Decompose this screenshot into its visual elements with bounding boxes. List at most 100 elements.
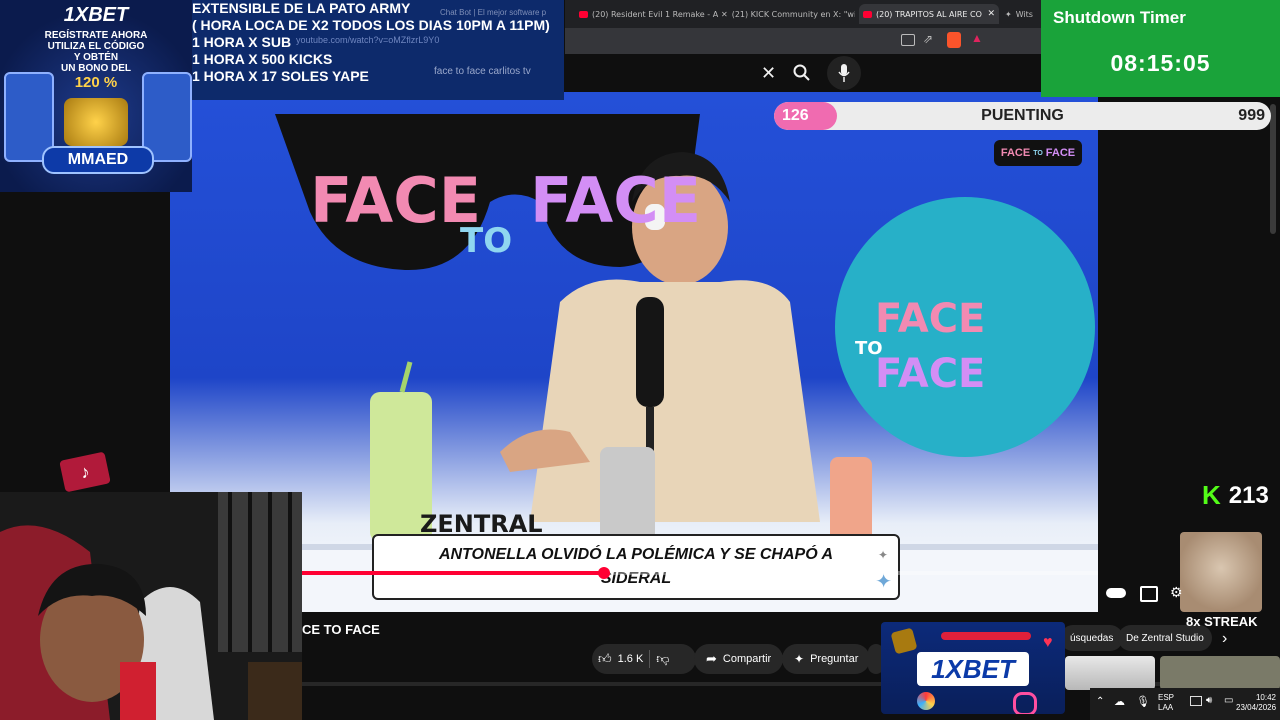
video-player[interactable]: FACE TO FACE FACE TO FACE ZENTRAL FACE T… xyxy=(170,92,1098,612)
ad-line: UTILIZA EL CÓDIGO xyxy=(47,41,145,52)
logo-text-face-1: FACE xyxy=(310,164,481,237)
address-bar[interactable]: ⇗ ▲ xyxy=(565,28,1045,54)
badge-word-3: FACE xyxy=(1045,147,1076,159)
monitor-icon[interactable] xyxy=(1190,696,1202,706)
timer-value: 08:15:05 xyxy=(1110,50,1211,76)
brave-rewards-icon[interactable]: ▲ xyxy=(971,31,983,45)
share-icon[interactable]: ⇗ xyxy=(923,32,933,46)
youtube-search-bar: ✕ xyxy=(565,56,861,90)
shelf xyxy=(248,662,302,720)
brave-shield-icon[interactable] xyxy=(947,32,961,48)
info-line-1: EXTENSIBLE DE LA PATO ARMY xyxy=(192,0,411,16)
ad-red-streak xyxy=(941,632,1031,640)
info-line-3: 1 HORA X SUB xyxy=(192,34,292,50)
settings-gear-icon[interactable]: ⚙ xyxy=(1170,584,1183,601)
tab-title: (20) TRAPITOS AL AIRE CO xyxy=(876,9,982,19)
like-icon[interactable]: 👍︎ xyxy=(598,651,612,667)
wits-icon: ✦ xyxy=(1005,9,1012,19)
tab-title: (20) Resident Evil 1 Remake - A xyxy=(592,9,719,19)
lang-code: ESP xyxy=(1158,693,1175,702)
recommended-thumbnail[interactable] xyxy=(1065,656,1155,690)
logo-text-face-3: FACE xyxy=(875,296,985,342)
red-light xyxy=(120,662,156,720)
sparkle-icon: ✦ xyxy=(877,548,888,562)
chip-label: úsquedas xyxy=(1070,632,1114,644)
tab-wits[interactable]: ✦ Wits xyxy=(1005,4,1045,24)
video-progress-bar[interactable] xyxy=(302,567,1098,579)
chip-label: De Zentral Studio xyxy=(1126,632,1204,644)
video-caption-text: ANTONELLA OLVIDÓ LA POLÉMICA Y SE CHAPÓ … xyxy=(438,546,834,587)
chatbot-tab-ghost: Chat Bot | El mejor software p xyxy=(440,8,547,17)
tab-title: (21) KICK Community en X: "wi xyxy=(731,9,855,19)
clock-time: 10:42 xyxy=(1255,693,1276,702)
video-title: CE TO FACE xyxy=(302,622,380,637)
tab-kick-community[interactable]: ✕ (21) KICK Community en X: "wi xyxy=(721,4,855,24)
coin-icon xyxy=(890,627,918,655)
recommended-thumbnail[interactable] xyxy=(1160,656,1280,690)
browser-tab-strip: (20) Resident Evil 1 Remake - A ✕ (21) K… xyxy=(565,0,1045,28)
chevron-right-icon[interactable]: › xyxy=(1222,630,1227,648)
microphone-tray-icon[interactable]: 🎙︎ xyxy=(1136,695,1150,708)
autoplay-toggle[interactable] xyxy=(1106,588,1126,598)
shutdown-timer: Shutdown Timer 08:15:05 xyxy=(1041,0,1280,97)
kick-count: 213 xyxy=(1228,481,1269,509)
windows-taskbar: ⌃ ☁ 🎙︎ ESP LAA 🔊︎ ▭ 10:42 23/04/2026 xyxy=(1090,688,1280,720)
ad-1xbet-bottom[interactable]: ♥ 1XBET xyxy=(881,622,1065,714)
tab-title: Wits xyxy=(1015,9,1033,19)
tab-resident-evil[interactable]: (20) Resident Evil 1 Remake - A xyxy=(579,4,719,24)
info-line-4: 1 HORA X 500 KICKS xyxy=(192,51,333,67)
person-vest xyxy=(530,279,820,522)
info-line-2: ( HORA LOCA DE X2 TODOS LOS DIAS 10PM A … xyxy=(192,17,550,33)
trophy-image xyxy=(64,98,128,146)
share-button[interactable]: ➦ Compartir xyxy=(694,644,784,674)
ad-bottom-brand: 1XBET xyxy=(917,652,1029,686)
search-icon[interactable] xyxy=(793,64,811,82)
channel-logo-badge: FACE TO FACE xyxy=(994,140,1082,166)
subtitles-icon[interactable] xyxy=(1140,586,1158,602)
tiktok-icon: ♪ xyxy=(59,451,111,493)
page-background-right: K 213 ⚙ xyxy=(1098,92,1280,612)
webcam-frame xyxy=(0,492,302,720)
cloud-icon[interactable]: ☁ xyxy=(1114,695,1125,708)
ball-icon xyxy=(917,692,935,710)
share-arrow-icon: ➦ xyxy=(706,651,717,666)
streak-cat-image xyxy=(1180,532,1262,612)
dislike-icon[interactable]: 👎︎ xyxy=(656,651,669,667)
language-indicator[interactable]: ESP LAA xyxy=(1158,693,1174,713)
youtube-icon xyxy=(863,10,872,18)
cast-icon[interactable] xyxy=(901,34,915,46)
logo-text-face-2: FACE xyxy=(530,164,701,237)
ad-1xbet-left[interactable]: 1XBET REGÍSTRATE AHORA UTILIZA EL CÓDIGO… xyxy=(0,0,192,192)
volume-icon[interactable]: 🔊︎ xyxy=(1206,695,1212,706)
youtube-icon xyxy=(579,10,588,18)
microphone-icon xyxy=(838,64,850,82)
address-url[interactable]: youtube.com/watch?v=oMZflzrL9Y0 xyxy=(296,35,439,45)
logo-text-to-1: TO xyxy=(460,221,512,261)
info-line-5: 1 HORA X 17 SOLES YAPE xyxy=(192,68,369,84)
logo-text-face-4: FACE xyxy=(875,351,985,397)
kick-goal-bar: 126 PUENTING 999 xyxy=(774,102,1271,130)
voice-search-button[interactable] xyxy=(827,56,861,90)
clock[interactable]: 10:42 23/04/2026 xyxy=(1236,693,1276,713)
kick-counter: K 213 xyxy=(1202,480,1269,511)
ask-button[interactable]: ✦ Preguntar xyxy=(782,644,871,674)
ad-brand-logo: 1XBET xyxy=(63,4,129,26)
chip-busquedas[interactable]: úsquedas xyxy=(1060,625,1124,651)
badge-word-1: FACE xyxy=(1000,147,1031,159)
timer-label: Shutdown Timer xyxy=(1053,8,1186,27)
layout-code: LAA xyxy=(1158,703,1174,712)
goal-target: 999 xyxy=(1238,107,1265,124)
video-caption-box: ANTONELLA OLVIDÓ LA POLÉMICA Y SE CHAPÓ … xyxy=(372,534,900,600)
clear-search-icon[interactable]: ✕ xyxy=(761,63,776,84)
close-tab-icon[interactable]: ✕ xyxy=(987,9,995,19)
like-dislike-group: 👍︎ 1.6 K 👎︎ xyxy=(592,644,696,674)
tab-trapitos-al-aire[interactable]: (20) TRAPITOS AL AIRE CO ✕ xyxy=(859,4,999,24)
search-input[interactable]: face to face carlitos tv xyxy=(434,66,531,77)
microphone xyxy=(636,297,664,407)
battery-icon[interactable]: ▭ xyxy=(1224,695,1233,706)
heart-icon: ♥ xyxy=(1043,634,1053,651)
kick-logo-icon: K xyxy=(1202,480,1221,510)
like-count[interactable]: 1.6 K xyxy=(618,653,644,665)
chevron-up-icon[interactable]: ⌃ xyxy=(1096,696,1104,707)
badge-word-2: TO xyxy=(1033,149,1043,157)
